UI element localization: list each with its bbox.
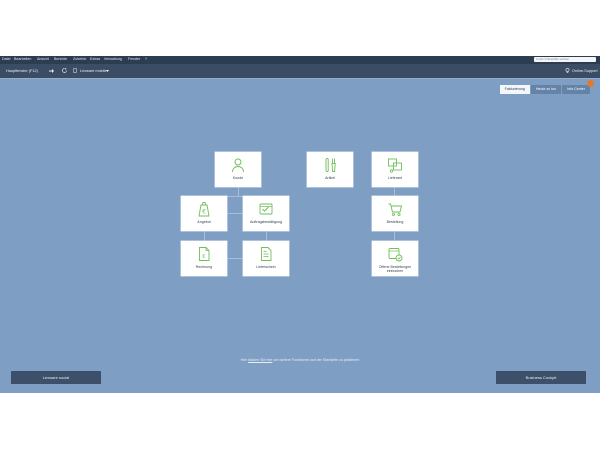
menu-verwaltung[interactable]: Verwaltung [104,57,122,62]
tile-lieferant-label: Lieferant [388,176,402,180]
connector-line [227,258,243,259]
tile-rechnung[interactable]: € Rechnung [181,241,227,276]
tab-heute-zu-tun[interactable]: Heute zu tun [529,85,562,94]
tile-kunde-label: Kunde [232,176,244,180]
supplier-icon [388,158,402,173]
tile-auftragsbestaetigung-label: Auftragsbestätigung [250,220,282,224]
tile-rechnung-label: Rechnung [195,265,213,269]
svg-text:€: € [202,254,206,260]
tile-angebot-label: Angebot [197,220,211,224]
connector-line [394,231,395,241]
help-search-input[interactable]: In der Onlinehilfe suchen [534,57,596,62]
menu-ansicht[interactable]: Ansicht [37,57,49,62]
tile-lieferschein-label: Lieferschein [256,265,276,269]
arrow-right-icon[interactable] [49,69,54,73]
tile-kunde[interactable]: Kunde [215,152,261,187]
connector-line [227,213,243,214]
bulb-icon [565,68,570,73]
invoice-icon: € [199,247,210,261]
app-window: Datei Bearbeiten Ansicht Berichte Zubehö… [0,56,600,393]
tile-bestellung-label: Bestellung [386,220,404,224]
offer-icon: € [198,202,210,217]
menu-datei[interactable]: Datei [2,57,10,62]
business-cockpit-button[interactable]: Business Cockpit [496,371,586,384]
customize-hint: Hier klicken Sie hier um weitere Funktio… [0,358,600,362]
menu-help[interactable]: ? [145,57,147,62]
tile-offene-bestellungen-label: Offene Bestellungen einbuchen [378,265,412,273]
menu-fenster[interactable]: Fenster [128,57,140,62]
mobile-icon [73,68,77,73]
tile-offene-bestellungen[interactable]: Offene Bestellungen einbuchen [372,241,418,276]
menu-extras[interactable]: Extras [90,57,100,62]
svg-text:€: € [202,209,206,216]
tools-icon [325,158,336,172]
tile-lieferant[interactable]: Lieferant [372,152,418,187]
tile-bestellung[interactable]: Bestellung [372,196,418,231]
order-confirmation-icon [259,203,273,215]
hint-suffix: um weitere Funktionen auf der Startseite… [272,358,360,362]
connector-line [266,231,267,241]
connector-line [238,187,239,196]
open-orders-icon [388,248,403,262]
refresh-icon[interactable] [62,68,67,73]
tile-lieferschein[interactable]: Lieferschein [243,241,289,276]
connector-line [204,231,205,241]
tile-artikel[interactable]: Artikel [307,152,353,187]
view-tabs: Fakturierung Heute zu tun Info Center [498,80,594,94]
tile-angebot[interactable]: € Angebot [181,196,227,231]
lexware-mobile-button[interactable]: Lexware mobile [80,68,107,74]
menu-berichte[interactable]: Berichte [54,57,67,62]
toolbar: Hauptfenster (F12) Lexware mobile Online… [0,64,600,78]
chevron-down-icon[interactable] [106,70,109,72]
connector-line [394,187,395,196]
tab-info-center-label: Info Center [567,87,585,91]
menu-zubehoer[interactable]: Zubehör [73,57,86,62]
notification-badge [587,80,594,87]
menu-bearbeiten[interactable]: Bearbeiten [14,57,31,62]
customize-link[interactable]: klicken Sie hier [248,358,272,362]
online-support-link[interactable]: Online-Support [572,68,598,74]
cart-icon [388,203,403,216]
person-icon [232,158,244,173]
lexware-social-button[interactable]: Lexware social [11,371,101,384]
toolbar-divider [0,78,600,79]
delivery-note-icon [261,247,272,261]
tab-fakturierung[interactable]: Fakturierung [498,85,530,94]
tile-artikel-label: Artikel [325,176,335,180]
menu-bar: Datei Bearbeiten Ansicht Berichte Zubehö… [0,56,600,64]
tab-info-center[interactable]: Info Center [561,80,594,94]
main-window-button[interactable]: Hauptfenster (F12) [6,68,38,74]
tile-auftragsbestaetigung[interactable]: Auftragsbestätigung [243,196,289,231]
